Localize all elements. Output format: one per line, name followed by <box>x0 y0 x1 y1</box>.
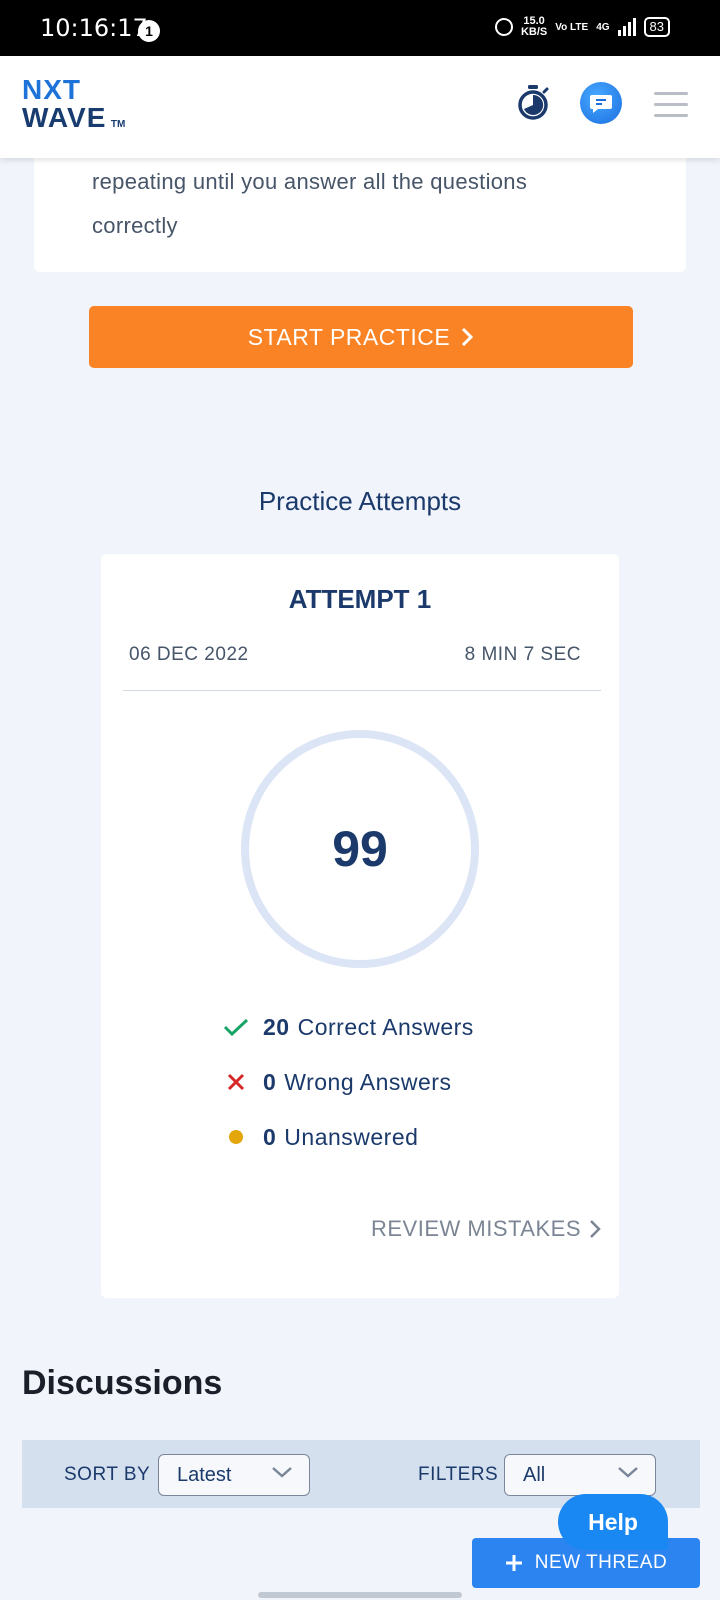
attempt-duration: 8 MIN 7 SEC <box>464 644 581 665</box>
score-ring: 99 <box>241 730 479 968</box>
help-button[interactable]: Help <box>558 1494 668 1550</box>
network-type: 4G <box>596 21 610 33</box>
review-mistakes-label: REVIEW MISTAKES <box>370 1216 581 1241</box>
net-speed: 15.0 KB/S <box>521 16 547 38</box>
status-time: 10:16:17 <box>40 14 148 42</box>
check-icon <box>223 1018 249 1037</box>
discussions-title: Discussions <box>22 1364 223 1402</box>
logo-tm: TM <box>110 119 126 130</box>
instructions-text: repeating until you answer all the quest… <box>92 169 528 238</box>
help-label: Help <box>588 1508 638 1535</box>
chevron-down-icon <box>272 1467 292 1478</box>
start-practice-button[interactable]: START PRACTICE <box>89 306 633 368</box>
app-header: NXT WAVE TM <box>0 56 720 158</box>
unanswered-label: Unanswered <box>284 1123 419 1150</box>
attempt-card: ATTEMPT 1 06 DEC 2022 8 MIN 7 SEC 99 20 … <box>101 554 619 1298</box>
signal-icon <box>617 18 636 36</box>
divider <box>123 690 601 691</box>
filters-select[interactable]: All <box>504 1454 656 1496</box>
filters-select-value: All <box>523 1464 546 1486</box>
correct-count: 20 <box>263 1013 290 1040</box>
sort-by-label: SORT BY <box>64 1464 151 1485</box>
net-speed-unit: KB/S <box>520 26 548 38</box>
wrong-count: 0 <box>263 1068 277 1095</box>
chevron-right-icon <box>462 327 474 347</box>
menu-icon[interactable] <box>654 92 688 117</box>
alarm-icon <box>494 18 513 36</box>
timer-icon[interactable] <box>516 84 550 120</box>
battery-indicator: 83 <box>643 17 670 37</box>
score-value: 99 <box>332 821 388 877</box>
correct-stat: 20 Correct Answers <box>221 1012 474 1042</box>
start-practice-label: START PRACTICE <box>247 323 451 350</box>
chevron-right-icon <box>590 1220 601 1238</box>
filters-label: FILTERS <box>418 1464 499 1485</box>
logo-line2: WAVE <box>22 102 107 133</box>
dot-icon <box>229 1130 243 1144</box>
wrong-stat: 0 Wrong Answers <box>221 1067 451 1097</box>
status-bar: 10:16:17 1 15.0 KB/S Vo LTE 4G 83 <box>0 0 720 56</box>
volte-label: Vo LTE <box>555 21 589 33</box>
sort-select[interactable]: Latest <box>158 1454 310 1496</box>
notification-badge: 1 <box>138 20 160 42</box>
chevron-down-icon <box>618 1467 638 1478</box>
instructions-card: repeating until you answer all the quest… <box>34 140 686 272</box>
practice-attempts-title: Practice Attempts <box>258 486 462 516</box>
review-mistakes-link[interactable]: REVIEW MISTAKES <box>371 1216 601 1242</box>
unanswered-count: 0 <box>263 1123 277 1150</box>
correct-label: Correct Answers <box>297 1013 474 1040</box>
status-indicators: 15.0 KB/S Vo LTE 4G 83 <box>494 16 670 38</box>
nxtwave-logo[interactable]: NXT WAVE TM <box>22 76 125 139</box>
sort-select-value: Latest <box>177 1464 232 1486</box>
plus-icon <box>505 1555 522 1571</box>
chat-icon[interactable] <box>580 82 622 124</box>
home-indicator[interactable] <box>258 1592 462 1598</box>
attempt-date: 06 DEC 2022 <box>129 644 249 665</box>
logo-line1: NXT <box>22 74 81 105</box>
cross-icon <box>227 1073 245 1091</box>
attempt-title: ATTEMPT 1 <box>288 584 432 614</box>
new-thread-label: NEW THREAD <box>534 1552 668 1573</box>
unanswered-stat: 0 Unanswered <box>221 1122 418 1152</box>
wrong-label: Wrong Answers <box>284 1068 452 1095</box>
